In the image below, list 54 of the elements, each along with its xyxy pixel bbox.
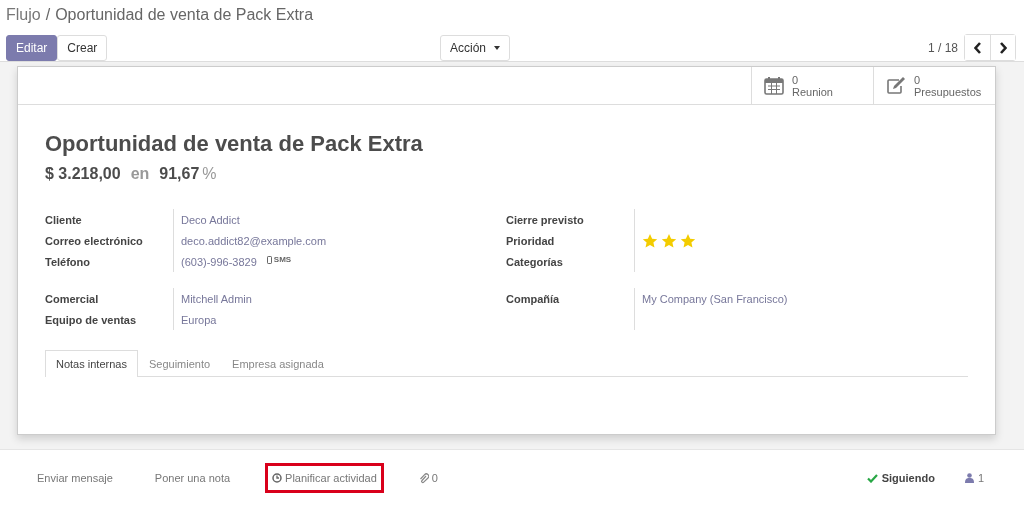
record-title: Oportunidad de venta de Pack Extra <box>45 131 424 157</box>
chatter-link[interactable]: Enviar mensaje <box>30 463 120 493</box>
chevron-left-icon <box>973 41 982 54</box>
chevron-right-icon <box>999 41 1007 54</box>
sms-link[interactable]: SMS <box>266 255 292 264</box>
field-label: Teléfono <box>45 255 90 268</box>
field-value: Deco Addict <box>181 213 240 226</box>
field-label: Cliente <box>45 213 82 226</box>
field-label: Equipo de ventas <box>45 313 137 326</box>
edit-button[interactable]: Editar <box>6 34 58 61</box>
pager-value: 1 / 18 <box>927 40 958 55</box>
field-value: My Company (San Francisco) <box>642 292 788 305</box>
create-button[interactable]: Crear <box>57 34 108 61</box>
breadcrumb-link[interactable]: Flujo <box>6 6 41 28</box>
paperclip-icon <box>418 472 429 484</box>
page-title: Oportunidad de venta de Pack Extra <box>55 6 314 25</box>
field-label: Compañía <box>506 292 560 305</box>
clock-icon <box>272 473 283 483</box>
notebook-tab[interactable]: Seguimiento <box>137 350 222 377</box>
attachment-count[interactable]: 0 <box>411 463 445 493</box>
phone-value: (603)-996-3829 <box>181 255 257 268</box>
field-label: Prioridad <box>506 234 555 247</box>
next-button[interactable] <box>990 35 1015 60</box>
check-icon <box>866 473 878 483</box>
action-dropdown[interactable]: Acción <box>440 34 511 61</box>
percent-sign: % <box>202 165 217 183</box>
following-button[interactable]: Siguiendo <box>866 472 935 484</box>
notebook-tab[interactable]: Notas internas <box>45 350 138 377</box>
field-value: Mitchell Admin <box>181 292 252 305</box>
revenue-value: $ 3.218,00 <box>45 165 121 183</box>
field-label: Comercial <box>45 292 99 305</box>
phone-icon <box>266 255 272 264</box>
field-label: Cierre previsto <box>506 213 584 226</box>
priority-stars[interactable] <box>642 232 696 249</box>
field-label: Categorías <box>506 255 563 268</box>
field-label: Correo electrónico <box>45 234 143 247</box>
stat-button[interactable]: 0 Presupuestos <box>873 67 995 104</box>
field-value: deco.addict82@example.com <box>181 234 327 247</box>
schedule-activity-link[interactable]: Planificar actividad <box>265 463 384 493</box>
star-icon <box>680 232 696 249</box>
edit-icon <box>886 76 906 95</box>
field-value: Europa <box>181 313 217 326</box>
calendar-icon <box>764 76 784 95</box>
star-icon <box>661 232 677 249</box>
probability-value: 91,67 <box>159 165 200 183</box>
star-icon <box>642 232 658 249</box>
notebook-tab[interactable]: Empresa asignada <box>221 350 335 377</box>
breadcrumb-separator: / <box>45 6 51 25</box>
stat-button[interactable]: 0 Reunion <box>751 67 873 104</box>
followers-button[interactable]: 1 <box>964 472 984 484</box>
caret-icon <box>494 45 501 50</box>
connector-text: en <box>130 165 150 183</box>
chatter-link[interactable]: Poner una nota <box>147 463 238 493</box>
person-icon <box>964 473 974 483</box>
